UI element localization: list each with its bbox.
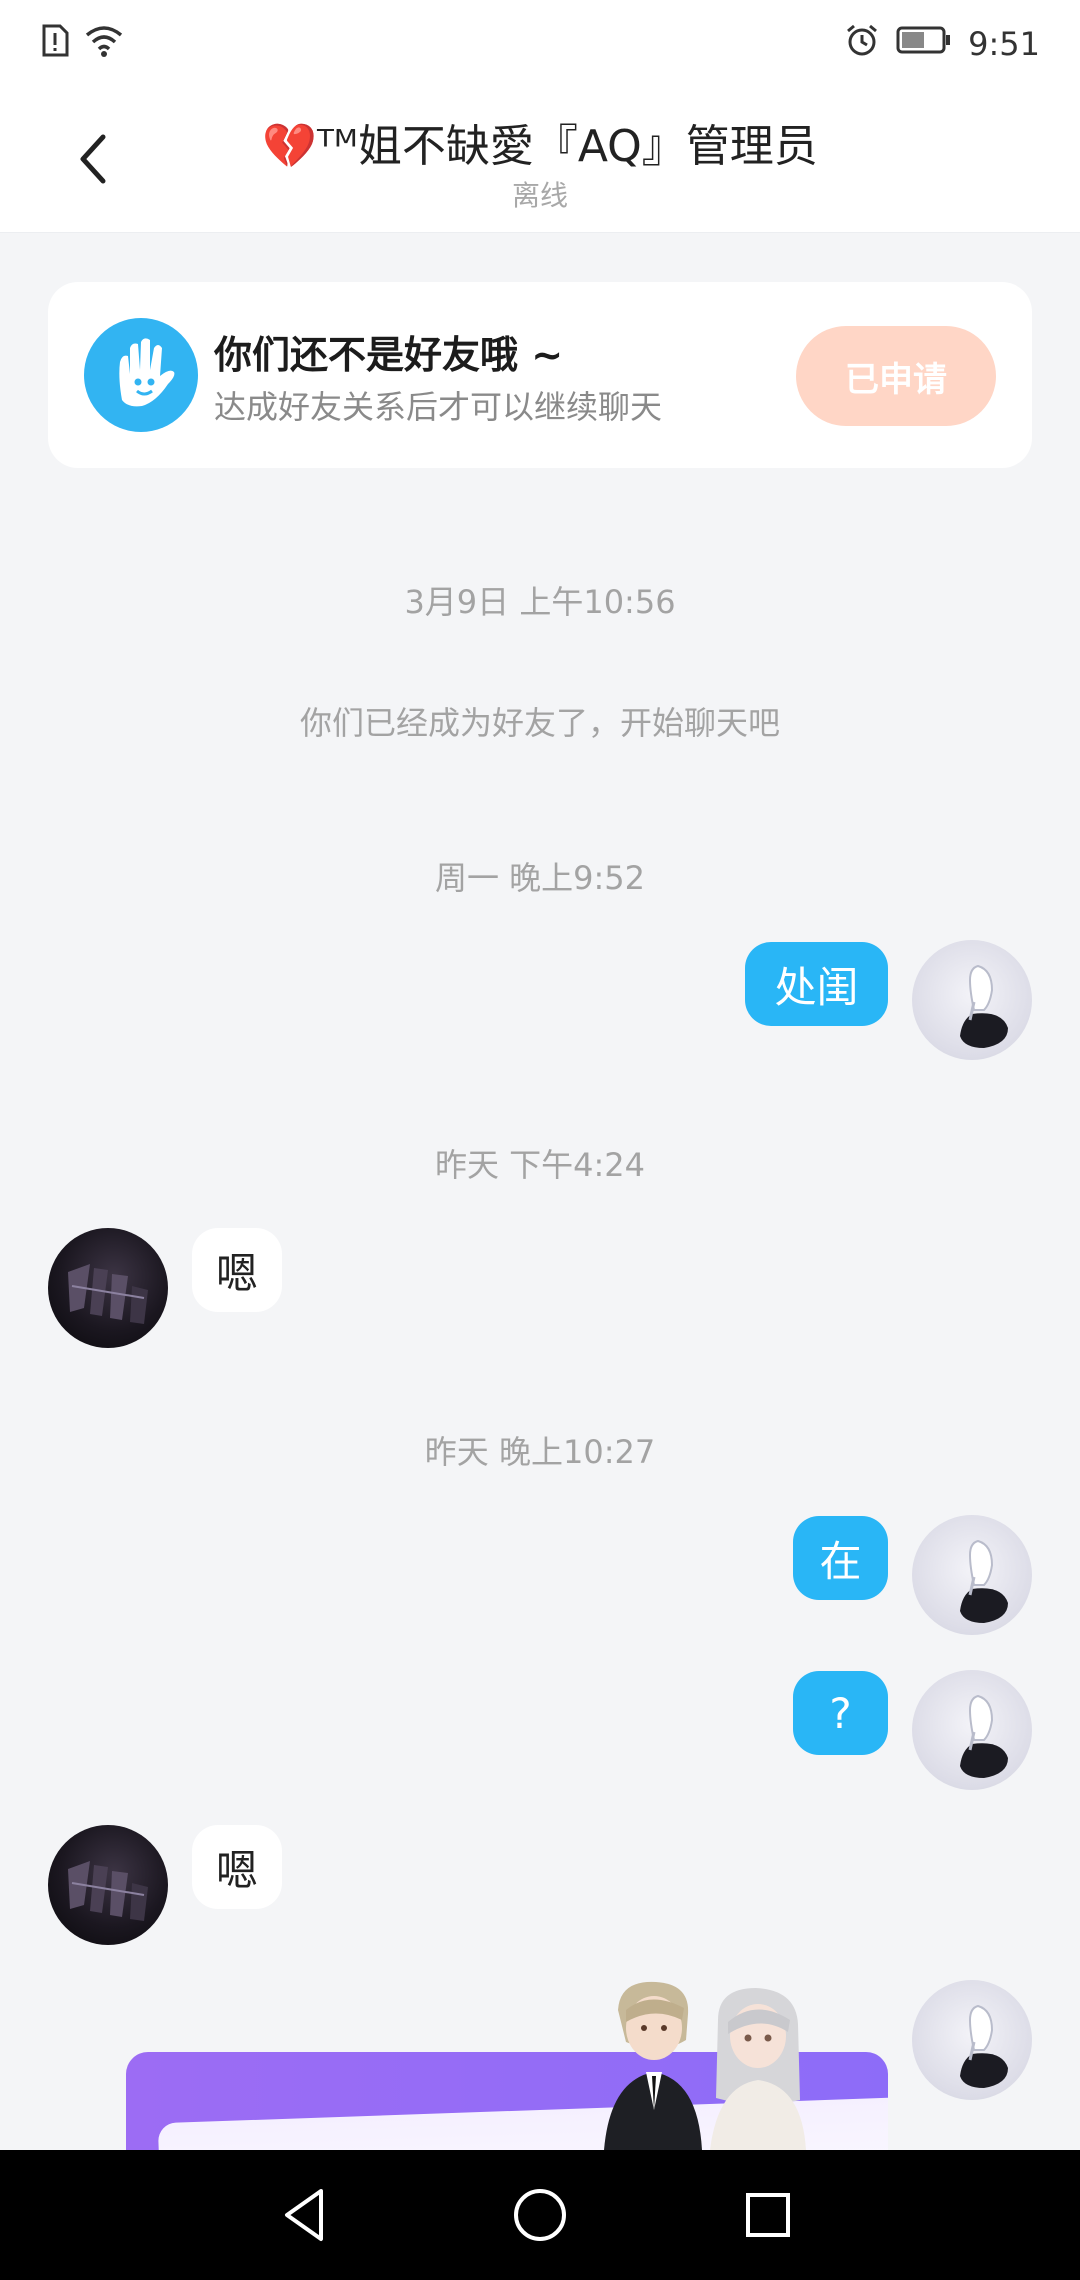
characters-illustration bbox=[590, 1980, 840, 2150]
message-bubble-other[interactable]: 嗯 bbox=[192, 1825, 282, 1909]
anime-avatar-icon bbox=[960, 1539, 1008, 1623]
avatar-other[interactable] bbox=[48, 1228, 168, 1348]
status-left bbox=[40, 24, 124, 62]
message-bubble-self[interactable]: 处闺 bbox=[745, 942, 888, 1026]
recents-square-icon[interactable] bbox=[733, 2180, 803, 2250]
system-message: 你们已经成为好友了，开始聊天吧 bbox=[299, 704, 780, 742]
home-circle-icon[interactable] bbox=[505, 2180, 575, 2250]
notice-subtitle: 达成好友关系后才可以继续聊天 bbox=[214, 388, 663, 426]
avatar-self[interactable] bbox=[912, 940, 1032, 1060]
not-friends-notice: 你们还不是好友哦 ~ 达成好友关系后才可以继续聊天 已申请 bbox=[48, 282, 1032, 468]
timestamp: 昨天 晚上10:27 bbox=[424, 1433, 656, 1471]
graffiti-avatar-icon bbox=[68, 1264, 148, 1324]
status-bar: 9:51 bbox=[0, 0, 1080, 90]
sim-alert-icon bbox=[40, 24, 70, 62]
applied-button[interactable]: 已申请 bbox=[796, 326, 996, 426]
avatar-other[interactable] bbox=[48, 1825, 168, 1945]
clock-time: 9:51 bbox=[968, 25, 1040, 63]
anime-avatar-icon bbox=[960, 2004, 1008, 2088]
status-right: 9:51 bbox=[844, 22, 1040, 66]
anime-avatar-icon bbox=[960, 964, 1008, 1048]
avatar-self[interactable] bbox=[912, 1515, 1032, 1635]
avatar-self[interactable] bbox=[912, 1980, 1032, 2100]
back-triangle-icon[interactable] bbox=[272, 2180, 342, 2250]
alarm-icon bbox=[844, 22, 880, 66]
graffiti-avatar-icon bbox=[68, 1861, 148, 1921]
avatar-self[interactable] bbox=[912, 1670, 1032, 1790]
wifi-icon bbox=[84, 24, 124, 62]
anime-avatar-icon bbox=[960, 1694, 1008, 1778]
timestamp: 周一 晚上9:52 bbox=[434, 859, 646, 897]
navigation-bar bbox=[0, 2150, 1080, 2280]
chat-header: 💔ᵀᴹ姐不缺愛『AQ』管理员 离线 bbox=[0, 90, 1080, 233]
notice-title: 你们还不是好友哦 ~ bbox=[214, 333, 564, 377]
timestamp: 3月9日 上午10:56 bbox=[404, 583, 676, 621]
hand-wave-icon bbox=[84, 318, 198, 432]
message-bubble-other[interactable]: 嗯 bbox=[192, 1228, 282, 1312]
message-bubble-self[interactable]: ? bbox=[793, 1671, 888, 1755]
timestamp: 昨天 下午4:24 bbox=[434, 1146, 646, 1184]
battery-icon bbox=[896, 25, 952, 63]
message-bubble-self[interactable]: 在 bbox=[793, 1516, 888, 1600]
contact-status: 离线 bbox=[511, 179, 568, 212]
contact-name: 💔ᵀᴹ姐不缺愛『AQ』管理员 bbox=[262, 121, 818, 172]
